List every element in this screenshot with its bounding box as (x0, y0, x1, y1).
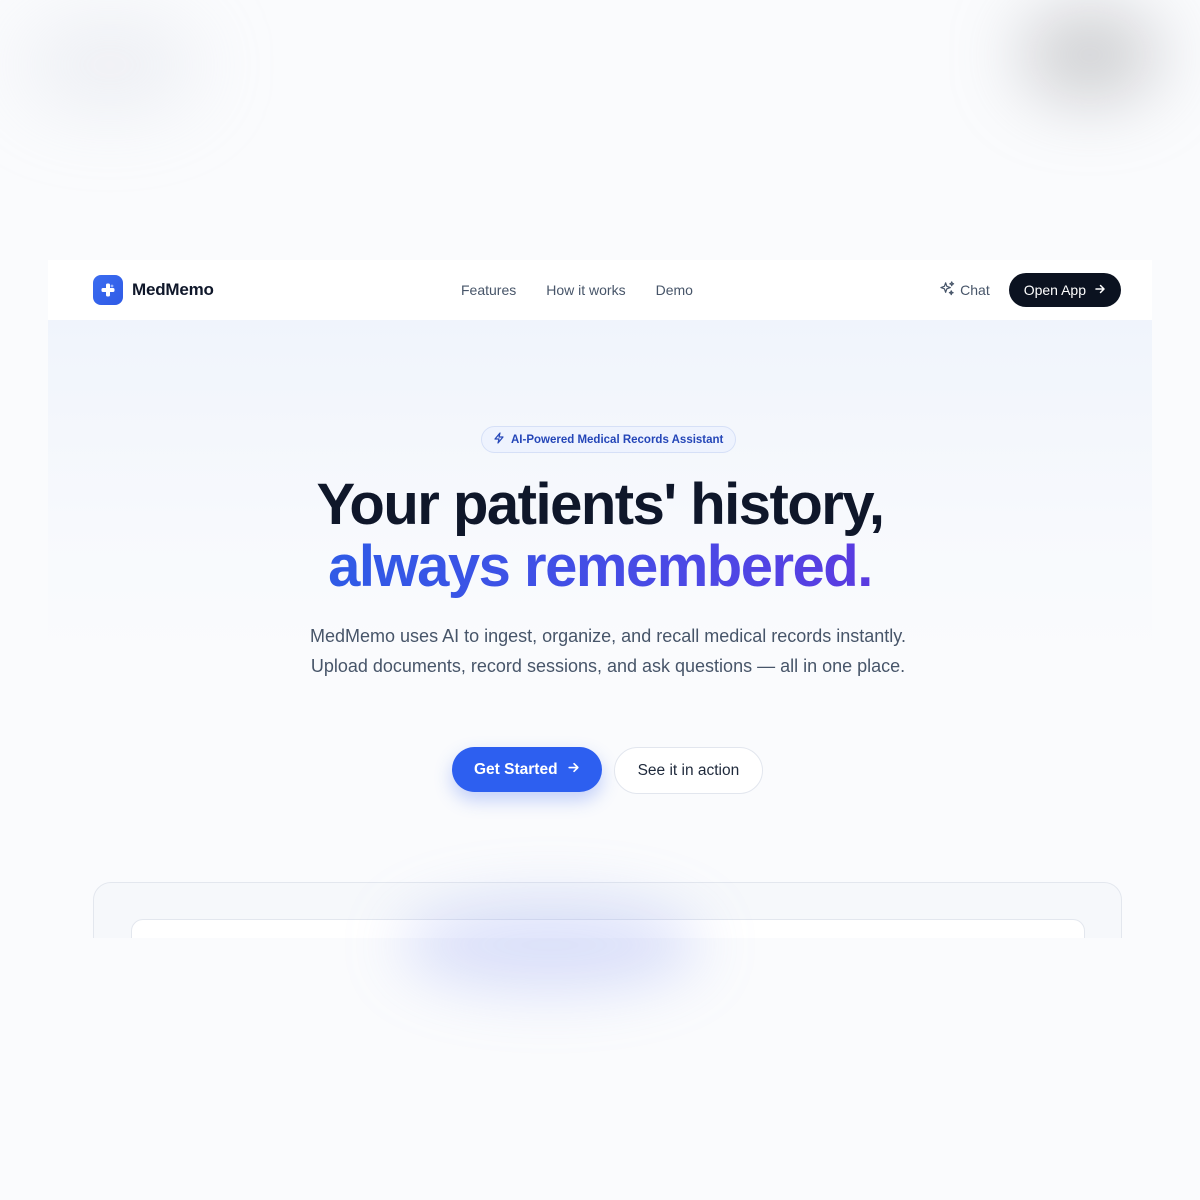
nav-links: Features How it works Demo (461, 260, 693, 320)
get-started-label: Get Started (474, 760, 558, 778)
chat-label: Chat (960, 282, 990, 298)
hero-title: Your patients' history, always remembere… (48, 474, 1152, 598)
landing-page: MedMemo Features How it works Demo Chat … (48, 260, 1152, 938)
hero-badge-label: AI-Powered Medical Records Assistant (511, 433, 724, 446)
sparkles-icon (940, 281, 955, 299)
brand-logo[interactable]: MedMemo (93, 275, 214, 305)
zap-icon (493, 431, 505, 449)
brand-name: MedMemo (132, 280, 214, 299)
hero-subtitle: MedMemo uses AI to ingest, organize, and… (310, 626, 906, 676)
arrow-right-icon (567, 761, 580, 779)
hero-badge: AI-Powered Medical Records Assistant (481, 426, 737, 453)
background-blur (20, 20, 200, 110)
see-it-in-action-button[interactable]: See it in action (613, 747, 764, 794)
open-app-label: Open App (1023, 282, 1086, 298)
chat-link[interactable]: Chat (940, 281, 990, 299)
get-started-button[interactable]: Get Started (452, 747, 602, 792)
arrow-right-icon (1094, 282, 1106, 298)
open-app-button[interactable]: Open App (1008, 273, 1121, 307)
hero-title-line1: Your patients' history, (316, 472, 885, 537)
background-glow (400, 900, 700, 990)
hero-cta-row: Get Started See it in action (452, 747, 764, 794)
background-blur (1020, 10, 1160, 100)
hero-title-line2: always remembered. (328, 534, 873, 599)
plus-icon (93, 275, 123, 305)
nav-actions: Chat Open App (940, 273, 1121, 307)
nav-link-features[interactable]: Features (461, 282, 516, 298)
nav-link-demo[interactable]: Demo (656, 282, 693, 298)
nav-link-how-it-works[interactable]: How it works (546, 282, 625, 298)
top-nav: MedMemo Features How it works Demo Chat … (48, 260, 1152, 320)
